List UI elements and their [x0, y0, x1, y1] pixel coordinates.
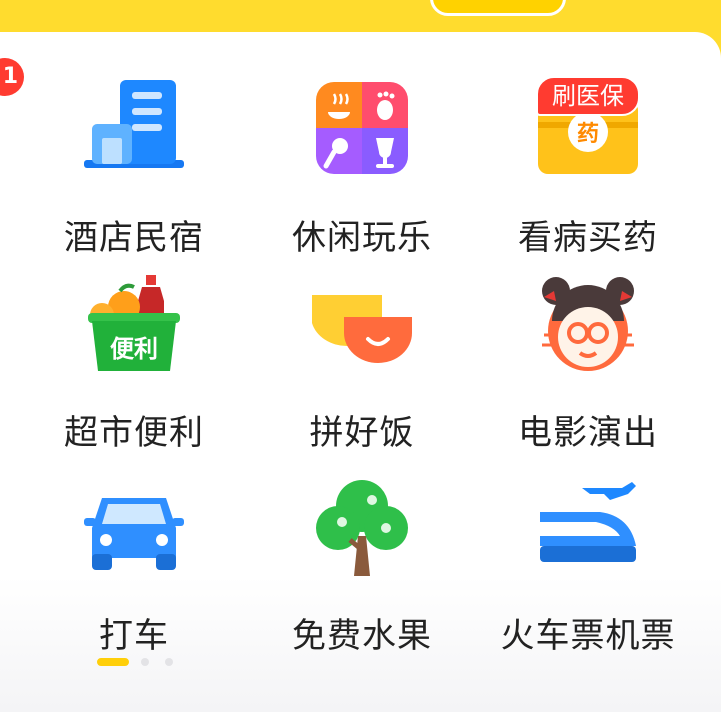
service-label: 打车	[99, 616, 169, 656]
service-item-medicine[interactable]: 药 刷医保 看病买药	[478, 76, 698, 270]
service-item-movies[interactable]: 电影演出	[478, 275, 698, 465]
hotel-building-icon	[84, 80, 184, 168]
service-label: 休闲玩乐	[292, 218, 432, 258]
service-item-group-meal[interactable]: 拼好饭	[252, 275, 472, 465]
service-label: 超市便利	[64, 413, 204, 453]
medical-insurance-badge: 刷医保	[536, 76, 640, 116]
service-label: 拼好饭	[309, 413, 415, 453]
medicine-icon-text: 药	[577, 122, 599, 147]
page-dot-active[interactable]	[97, 658, 129, 666]
service-item-leisure[interactable]: 休闲玩乐	[252, 80, 472, 270]
page-dot[interactable]	[141, 658, 149, 666]
service-item-free-fruit[interactable]: 免费水果	[252, 478, 472, 668]
basket-icon-text: 便利	[110, 335, 158, 363]
leisure-fun-icon	[316, 82, 408, 174]
movie-girl-icon	[542, 277, 634, 371]
taxi-car-icon	[84, 498, 184, 570]
header-pill-button[interactable]	[430, 0, 566, 16]
service-item-tickets[interactable]: 火车票机票	[478, 478, 698, 668]
fruit-tree-icon	[316, 480, 408, 576]
train-plane-icon	[540, 482, 636, 562]
service-label: 酒店民宿	[64, 218, 204, 258]
service-item-hotel[interactable]: 酒店民宿	[24, 80, 244, 270]
page-dot[interactable]	[165, 658, 173, 666]
service-item-taxi[interactable]: 打车	[24, 478, 244, 668]
service-label: 电影演出	[518, 413, 658, 453]
service-label: 看病买药	[518, 218, 658, 258]
smiling-bowl-icon	[312, 295, 412, 363]
grocery-basket-icon: 便利	[88, 275, 180, 371]
service-label: 免费水果	[292, 616, 432, 656]
service-label: 火车票机票	[500, 616, 676, 656]
service-item-supermarket[interactable]: 便利 超市便利	[24, 275, 244, 465]
